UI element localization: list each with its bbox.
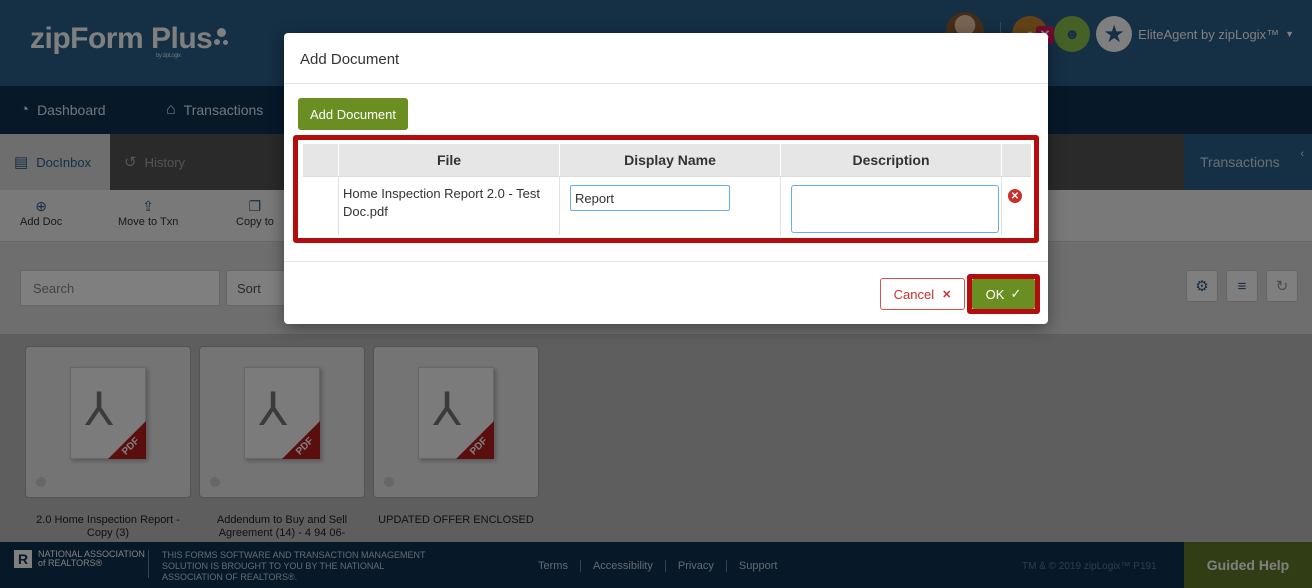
- remove-row-icon[interactable]: ✕: [1008, 189, 1022, 203]
- cell-divider: [338, 177, 339, 235]
- close-icon: ✕: [942, 288, 952, 301]
- table-row: Home Inspection Report 2.0 - Test Doc.pd…: [303, 176, 1031, 235]
- display-name-input[interactable]: [570, 185, 730, 211]
- dialog-footer-divider: [284, 261, 1048, 262]
- ok-button-highlight: OK ✓: [967, 274, 1040, 314]
- cancel-button[interactable]: Cancel ✕: [880, 278, 965, 310]
- ok-button[interactable]: OK ✓: [972, 279, 1035, 309]
- header-action-spacer: [1001, 144, 1031, 176]
- file-name-cell: Home Inspection Report 2.0 - Test Doc.pd…: [343, 186, 541, 219]
- header-spacer: [303, 144, 338, 176]
- cell-divider: [559, 177, 560, 235]
- dialog-title: Add Document: [300, 51, 400, 68]
- checkmark-icon: ✓: [1010, 286, 1022, 301]
- column-description: Description: [780, 144, 1001, 176]
- document-table-highlight: File Display Name Description Home Inspe…: [293, 135, 1039, 243]
- cell-divider: [1001, 177, 1002, 235]
- add-document-dialog: Add Document Add Document File Display N…: [284, 33, 1048, 324]
- cell-divider: [780, 177, 781, 235]
- dialog-divider: [284, 83, 1048, 84]
- table-header: File Display Name Description: [303, 144, 1031, 176]
- column-file: File: [338, 144, 559, 176]
- add-document-button[interactable]: Add Document: [298, 98, 408, 130]
- column-display-name: Display Name: [559, 144, 780, 176]
- description-textarea[interactable]: [791, 185, 999, 233]
